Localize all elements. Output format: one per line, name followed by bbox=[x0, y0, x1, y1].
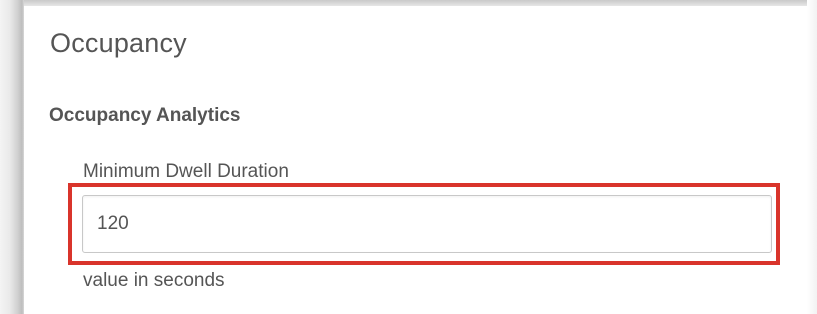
min-dwell-duration-label: Minimum Dwell Duration bbox=[83, 161, 289, 182]
occupancy-panel: Occupancy Occupancy Analytics Minimum Dw… bbox=[24, 6, 807, 314]
min-dwell-duration-input[interactable] bbox=[82, 195, 772, 253]
settings-page: Occupancy Occupancy Analytics Minimum Dw… bbox=[0, 0, 817, 314]
field-help-text: value in seconds bbox=[83, 270, 225, 291]
panel-title: Occupancy bbox=[50, 28, 187, 58]
window-frame-left bbox=[0, 0, 24, 314]
section-title: Occupancy Analytics bbox=[49, 105, 241, 126]
window-frame-right bbox=[807, 0, 817, 314]
